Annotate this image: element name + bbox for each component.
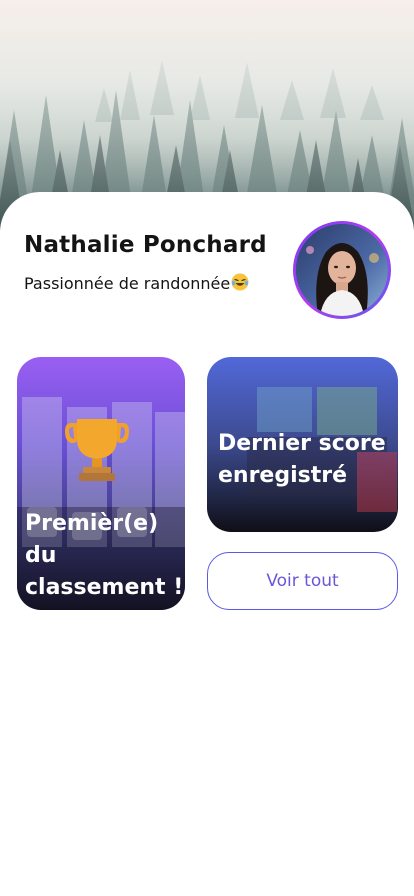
avatar-photo [296, 224, 388, 316]
trophy-icon [63, 417, 131, 483]
last-score-card-title: Dernier score enregistré [218, 431, 386, 488]
profile-bio: Passionnée de randonnée [24, 273, 249, 293]
view-all-button[interactable]: Voir tout [207, 552, 398, 610]
ranking-card[interactable]: Premièr(e) du classement ! [17, 357, 185, 610]
profile-bio-text: Passionnée de randonnée [24, 274, 231, 293]
profile-name: Nathalie Ponchard [24, 232, 267, 258]
avatar[interactable] [293, 221, 391, 319]
last-score-card[interactable]: Dernier score enregistré [207, 357, 398, 532]
laughing-tears-emoji-icon [231, 273, 249, 291]
ranking-card-title: Premièr(e) du classement ! [25, 511, 184, 600]
